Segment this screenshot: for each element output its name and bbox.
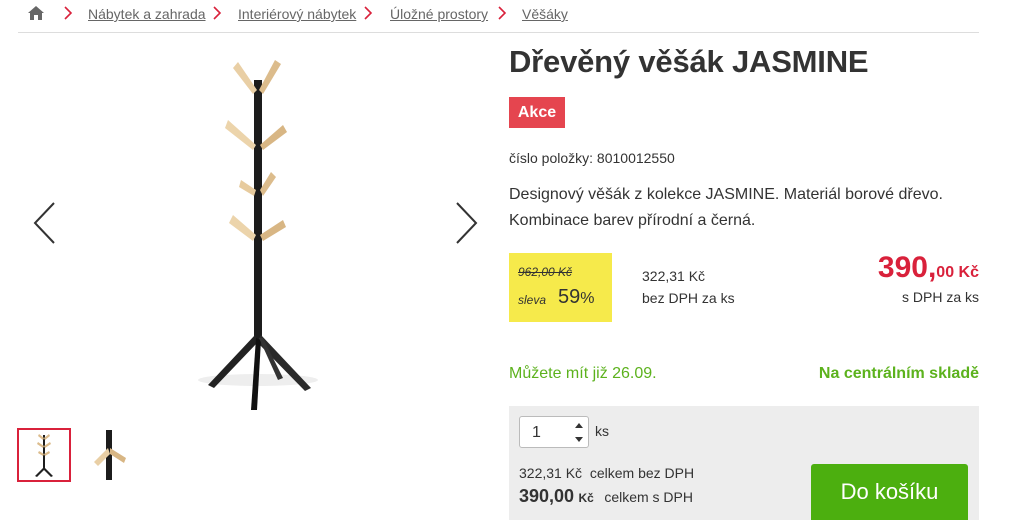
thumbnail-active[interactable] xyxy=(17,428,71,482)
product-image[interactable] xyxy=(183,50,333,410)
chevron-right-icon xyxy=(364,6,373,20)
discount-box: 962,00 Kč sleva 59% xyxy=(509,253,612,322)
net-price-note: bez DPH za ks xyxy=(642,290,735,306)
product-title: Dřevěný věšák JASMINE xyxy=(509,44,869,79)
chevron-right-icon[interactable] xyxy=(451,200,481,246)
gross-price-note: s DPH za ks xyxy=(901,289,979,305)
total-net: 322,31 Kč celkem bez DPH xyxy=(519,465,694,481)
stock-status: Na centrálním skladě xyxy=(818,365,979,382)
breadcrumb-link[interactable]: Úložné prostory xyxy=(390,6,488,22)
chevron-right-icon xyxy=(213,6,222,20)
thumbnail-image xyxy=(94,430,126,480)
breadcrumb-link[interactable]: Interiérový nábytek xyxy=(238,6,356,22)
breadcrumb: Nábytek a zahrada Interiérový nábytek Úl… xyxy=(18,0,979,33)
discount-percent: 59% xyxy=(558,286,594,309)
discount-value: 59 xyxy=(558,286,581,308)
home-icon[interactable] xyxy=(27,5,45,21)
chevron-left-icon[interactable] xyxy=(30,200,60,246)
total-gross-note: celkem s DPH xyxy=(604,489,693,505)
gross-price: 390,00 Kč xyxy=(878,251,979,285)
add-to-cart-button[interactable]: Do košíku xyxy=(811,464,968,520)
breadcrumb-link[interactable]: Nábytek a zahrada xyxy=(88,6,206,22)
caret-up-icon[interactable] xyxy=(573,420,585,432)
product-sku: číslo položky: 8010012550 xyxy=(509,150,675,166)
gross-price-main: 390, xyxy=(877,251,937,284)
net-price-block: 322,31 Kč bez DPH za ks xyxy=(642,265,735,309)
discount-unit: % xyxy=(580,290,595,307)
total-gross-value: 390,00 xyxy=(519,486,575,506)
cart-box: 1 ks 322,31 Kč celkem bez DPH 390,00 Kč … xyxy=(509,406,979,520)
total-net-note: celkem bez DPH xyxy=(589,465,695,481)
quantity-stepper[interactable]: 1 xyxy=(519,416,589,448)
gross-price-decimals: 00 Kč xyxy=(936,264,979,281)
net-price: 322,31 Kč xyxy=(642,268,706,284)
quantity-value[interactable]: 1 xyxy=(532,424,541,442)
product-gallery xyxy=(18,40,493,410)
thumbnail-image xyxy=(35,434,53,477)
old-price: 962,00 Kč xyxy=(518,265,573,279)
total-gross-currency: Kč xyxy=(578,491,594,505)
caret-down-icon[interactable] xyxy=(573,433,585,445)
chevron-right-icon xyxy=(64,6,73,20)
total-net-value: 322,31 Kč xyxy=(519,465,583,481)
total-gross: 390,00 Kč celkem s DPH xyxy=(519,486,693,507)
sale-badge: Akce xyxy=(509,97,565,128)
product-description: Designový věšák z kolekce JASMINE. Mater… xyxy=(509,186,943,229)
thumbnail[interactable] xyxy=(82,428,136,482)
breadcrumb-link[interactable]: Věšáky xyxy=(522,6,568,22)
availability-date: Můžete mít již 26.09. xyxy=(509,365,657,382)
quantity-unit: ks xyxy=(595,423,609,439)
discount-label: sleva xyxy=(518,293,547,307)
chevron-right-icon xyxy=(498,6,507,20)
